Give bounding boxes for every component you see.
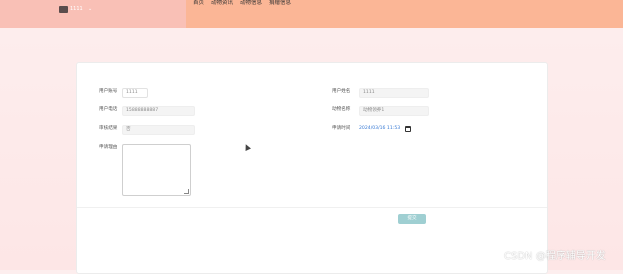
user-phone-field[interactable]: 15888888887 xyxy=(122,106,195,116)
nav-item-animal-news[interactable]: 动物资讯 xyxy=(211,0,233,8)
approval-status-field[interactable]: 否 xyxy=(122,125,195,135)
form-divider xyxy=(77,207,547,208)
nav-item-donation-info[interactable]: 捐赠信息 xyxy=(269,0,291,8)
apply-time-field[interactable]: 2024/03/16 11:53 xyxy=(359,125,400,133)
user-account-field[interactable]: 1111 xyxy=(122,88,148,98)
apply-time-label: 申请时间 xyxy=(332,126,351,131)
nav-item-animal-info[interactable]: 动物信息 xyxy=(240,0,262,8)
resize-handle-icon[interactable] xyxy=(184,189,189,194)
user-name-label: 用户姓名 xyxy=(332,89,351,94)
main-nav: 首页 动物资讯 动物信息 捐赠信息 xyxy=(193,0,291,8)
user-account-label: 用户账号 xyxy=(99,89,118,94)
chevron-down-icon[interactable]: ⌄ xyxy=(88,5,92,13)
apply-reason-textarea[interactable] xyxy=(122,144,191,196)
nav-item-home[interactable]: 首页 xyxy=(193,0,204,8)
watermark: CSDN @程序辅导开发 xyxy=(504,251,606,262)
animal-name-label: 动物名称 xyxy=(332,107,351,112)
avatar[interactable] xyxy=(59,6,68,13)
adoption-form-card: 用户账号 1111 用户姓名 1111 用户电话 15888888887 动物名… xyxy=(76,62,548,274)
approval-status-label: 审核结果 xyxy=(99,126,118,131)
user-area: 1111 ⌄ xyxy=(0,0,186,28)
calendar-icon[interactable] xyxy=(405,126,411,132)
username[interactable]: 1111 xyxy=(70,6,83,13)
user-name-field[interactable]: 1111 xyxy=(359,88,429,98)
animal-name-field[interactable]: 动物领养1 xyxy=(359,106,429,116)
submit-button[interactable]: 提交 xyxy=(398,214,426,224)
top-nav-bar: 1111 ⌄ 首页 动物资讯 动物信息 捐赠信息 xyxy=(0,0,623,28)
user-phone-label: 用户电话 xyxy=(99,107,118,112)
apply-reason-label: 申请理由 xyxy=(99,145,118,150)
